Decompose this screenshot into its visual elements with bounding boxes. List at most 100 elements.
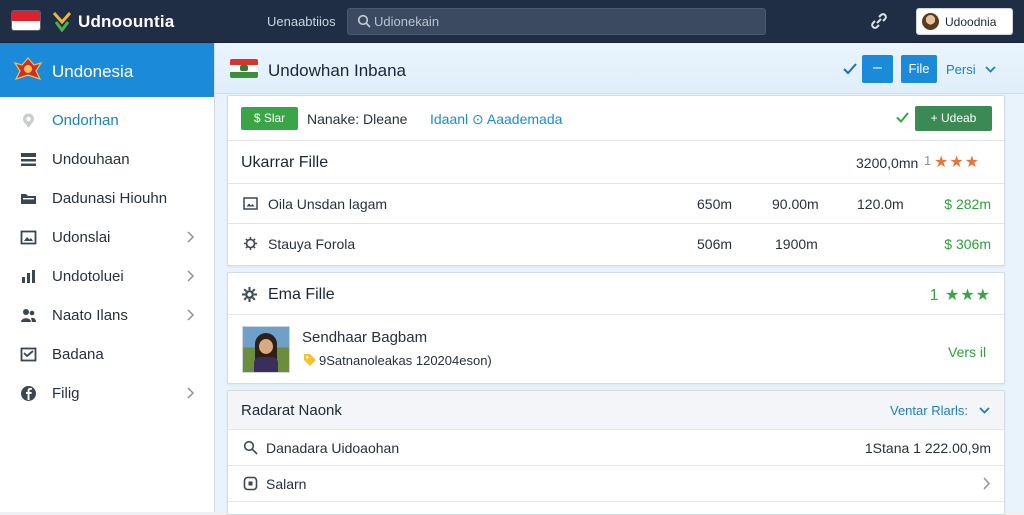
panel-meta-link[interactable]: Idaanl ⊙ Aaademada xyxy=(430,111,562,128)
header-dropdown[interactable]: Persi xyxy=(946,62,976,77)
square-icon xyxy=(243,476,258,491)
sidebar-item-label: Undotoluei xyxy=(52,268,124,285)
recent-panel: Radarat Naonk Ventar Rlarls: Danadara Ui… xyxy=(227,390,1005,515)
sidebar-title: Undonesia xyxy=(52,62,134,81)
app-title: Udnoountia xyxy=(78,12,175,31)
file-button[interactable]: File xyxy=(901,55,937,83)
file-price: $ 306m xyxy=(944,236,991,252)
list-item-label: Danadara Uidoaohan xyxy=(266,440,400,456)
location-pin-icon xyxy=(23,113,34,128)
panel-header: Ema Fille 1 ★★★ xyxy=(228,273,1004,315)
user-menu-button[interactable]: Udoodnia xyxy=(916,8,1013,35)
sidebar-item-undouhaan[interactable]: Undouhaan xyxy=(0,140,214,179)
panel-meta-text: Nanake: Dleane xyxy=(307,111,408,127)
total-size: 3200,0mn xyxy=(856,155,919,171)
panel-toolbar: $ Slar Nanake: Dleane Idaanl ⊙ Aaademada… xyxy=(228,96,1004,141)
list-item-value: 1Stana 1 222.00,9m xyxy=(864,440,991,456)
version-link[interactable]: Vers il xyxy=(948,344,986,360)
sidebar-item-ondorhan[interactable]: Ondorhan xyxy=(0,101,214,140)
featured-file-panel: Ema Fille 1 ★★★ Sendhaar Bagbam 9Satnano… xyxy=(227,272,1005,384)
bar-chart-icon xyxy=(22,270,35,283)
folder-icon xyxy=(21,194,36,204)
sidebar-item-dadunasi-hiouhn[interactable]: Dadunasi Hiouhn xyxy=(0,179,214,218)
sidebar-item-label: Udonslai xyxy=(52,229,111,246)
rating-stars: ★★★ xyxy=(934,154,981,171)
sidebar-item-label: Ondorhan xyxy=(52,112,119,129)
sidebar-item-undotoluei[interactable]: Undotoluei xyxy=(0,257,214,296)
file-value-2: 1900m xyxy=(775,236,818,252)
inbox-icon xyxy=(20,347,37,362)
sidebar-item-naato-ilans[interactable]: Naato Ilans xyxy=(0,296,214,335)
chevron-down-icon[interactable] xyxy=(985,64,996,74)
add-button[interactable]: + Udeab xyxy=(915,106,992,131)
table-row[interactable]: Stauya Forola 506m 1900m $ 306m xyxy=(228,224,1004,264)
search-icon xyxy=(357,14,371,28)
file-value-1: 506m xyxy=(697,236,733,252)
panel-title: Ukarrar Fille xyxy=(241,154,329,171)
sidebar-item-label: Naato Ilans xyxy=(52,307,128,324)
list-item[interactable]: Salarn xyxy=(228,466,1004,502)
rating-stars: 1 ★★★ xyxy=(929,287,991,304)
users-icon xyxy=(21,309,36,322)
file-value-2: 90.00m xyxy=(772,196,819,212)
sidebar-item-label: Badana xyxy=(52,346,104,363)
filter-dropdown[interactable]: Ventar Rlarls: xyxy=(890,403,968,418)
sidebar-item-badana[interactable]: Badana xyxy=(0,335,214,374)
table-row[interactable]: Oila Unsdan lagam 650m 90.00m 120.0m $ 2… xyxy=(228,184,1004,224)
sidebar-item-label: Filig xyxy=(52,385,80,402)
search-icon xyxy=(243,440,258,455)
page-title: Undowhan Inbana xyxy=(268,61,407,80)
tag-icon xyxy=(304,354,316,366)
check-icon[interactable] xyxy=(895,111,910,124)
file-title[interactable]: Sendhaar Bagbam xyxy=(302,329,427,346)
file-name: Stauya Forola xyxy=(268,236,356,252)
chevron-right-icon xyxy=(187,231,195,243)
sidebar-item-label: Dadunasi Hiouhn xyxy=(52,190,168,207)
search-input[interactable] xyxy=(374,9,754,34)
sidebar-item-label: Undouhaan xyxy=(52,151,130,168)
chevron-right-icon xyxy=(983,477,991,490)
panel-title-row: Ukarrar Fille 3200,0mn 1 ★★★ xyxy=(228,141,1004,184)
chevron-right-icon xyxy=(187,309,195,321)
user-name: Udoodnia xyxy=(945,15,997,29)
image-icon xyxy=(20,230,37,245)
indonesia-flag-icon xyxy=(12,11,40,30)
chevron-right-icon xyxy=(187,270,195,282)
link-icon[interactable] xyxy=(868,11,890,31)
table-icon xyxy=(21,153,36,166)
panel-title: Ema Fille xyxy=(268,286,335,303)
sidebar-item-udonslai[interactable]: Udonslai xyxy=(0,218,214,257)
facebook-icon xyxy=(21,386,36,401)
settings-cog-icon xyxy=(244,237,257,250)
check-icon[interactable] xyxy=(842,62,858,76)
app-logo-icon xyxy=(52,12,72,32)
sidebar-header: Undonesia xyxy=(0,43,214,97)
search-box[interactable] xyxy=(347,8,766,35)
main-content: Undowhan Inbana – File Persi $ Slar Nana… xyxy=(215,43,1024,515)
status-badge[interactable]: $ Slar xyxy=(241,107,298,130)
file-price: $ 282m xyxy=(944,196,991,212)
garuda-emblem-icon xyxy=(13,57,43,81)
image-icon xyxy=(243,197,258,210)
file-meta: 9Satnanoleakas 120204eson) xyxy=(319,353,492,368)
file-name: Oila Unsdan lagam xyxy=(268,196,388,212)
top-bar: Udnoountia Uenaabtiios Udoodnia xyxy=(0,0,1024,43)
rating-prefix: 1 xyxy=(924,153,933,168)
file-value-1: 650m xyxy=(697,196,733,212)
avatar xyxy=(922,13,939,30)
chevron-right-icon xyxy=(187,387,195,399)
list-item[interactable]: Danadara Uidoaohan 1Stana 1 222.00,9m xyxy=(228,430,1004,466)
file-value-3: 120.0m xyxy=(857,196,904,212)
files-panel: $ Slar Nanake: Dleane Idaanl ⊙ Aaademada… xyxy=(227,95,1005,266)
list-item-label: Salarn xyxy=(266,476,307,492)
chevron-down-icon[interactable] xyxy=(979,405,990,415)
top-nav-link[interactable]: Uenaabtiios xyxy=(267,14,336,29)
sidebar-item-filig[interactable]: Filig xyxy=(0,374,214,413)
panel-title: Radarat Naonk xyxy=(241,402,342,419)
gear-icon[interactable] xyxy=(241,286,258,303)
header-flag-icon xyxy=(230,59,258,78)
collapse-button[interactable]: – xyxy=(862,55,893,83)
panel-header: Radarat Naonk Ventar Rlarls: xyxy=(228,391,1004,430)
file-thumbnail[interactable] xyxy=(242,326,290,373)
page-header: Undowhan Inbana – File Persi xyxy=(215,43,1024,94)
